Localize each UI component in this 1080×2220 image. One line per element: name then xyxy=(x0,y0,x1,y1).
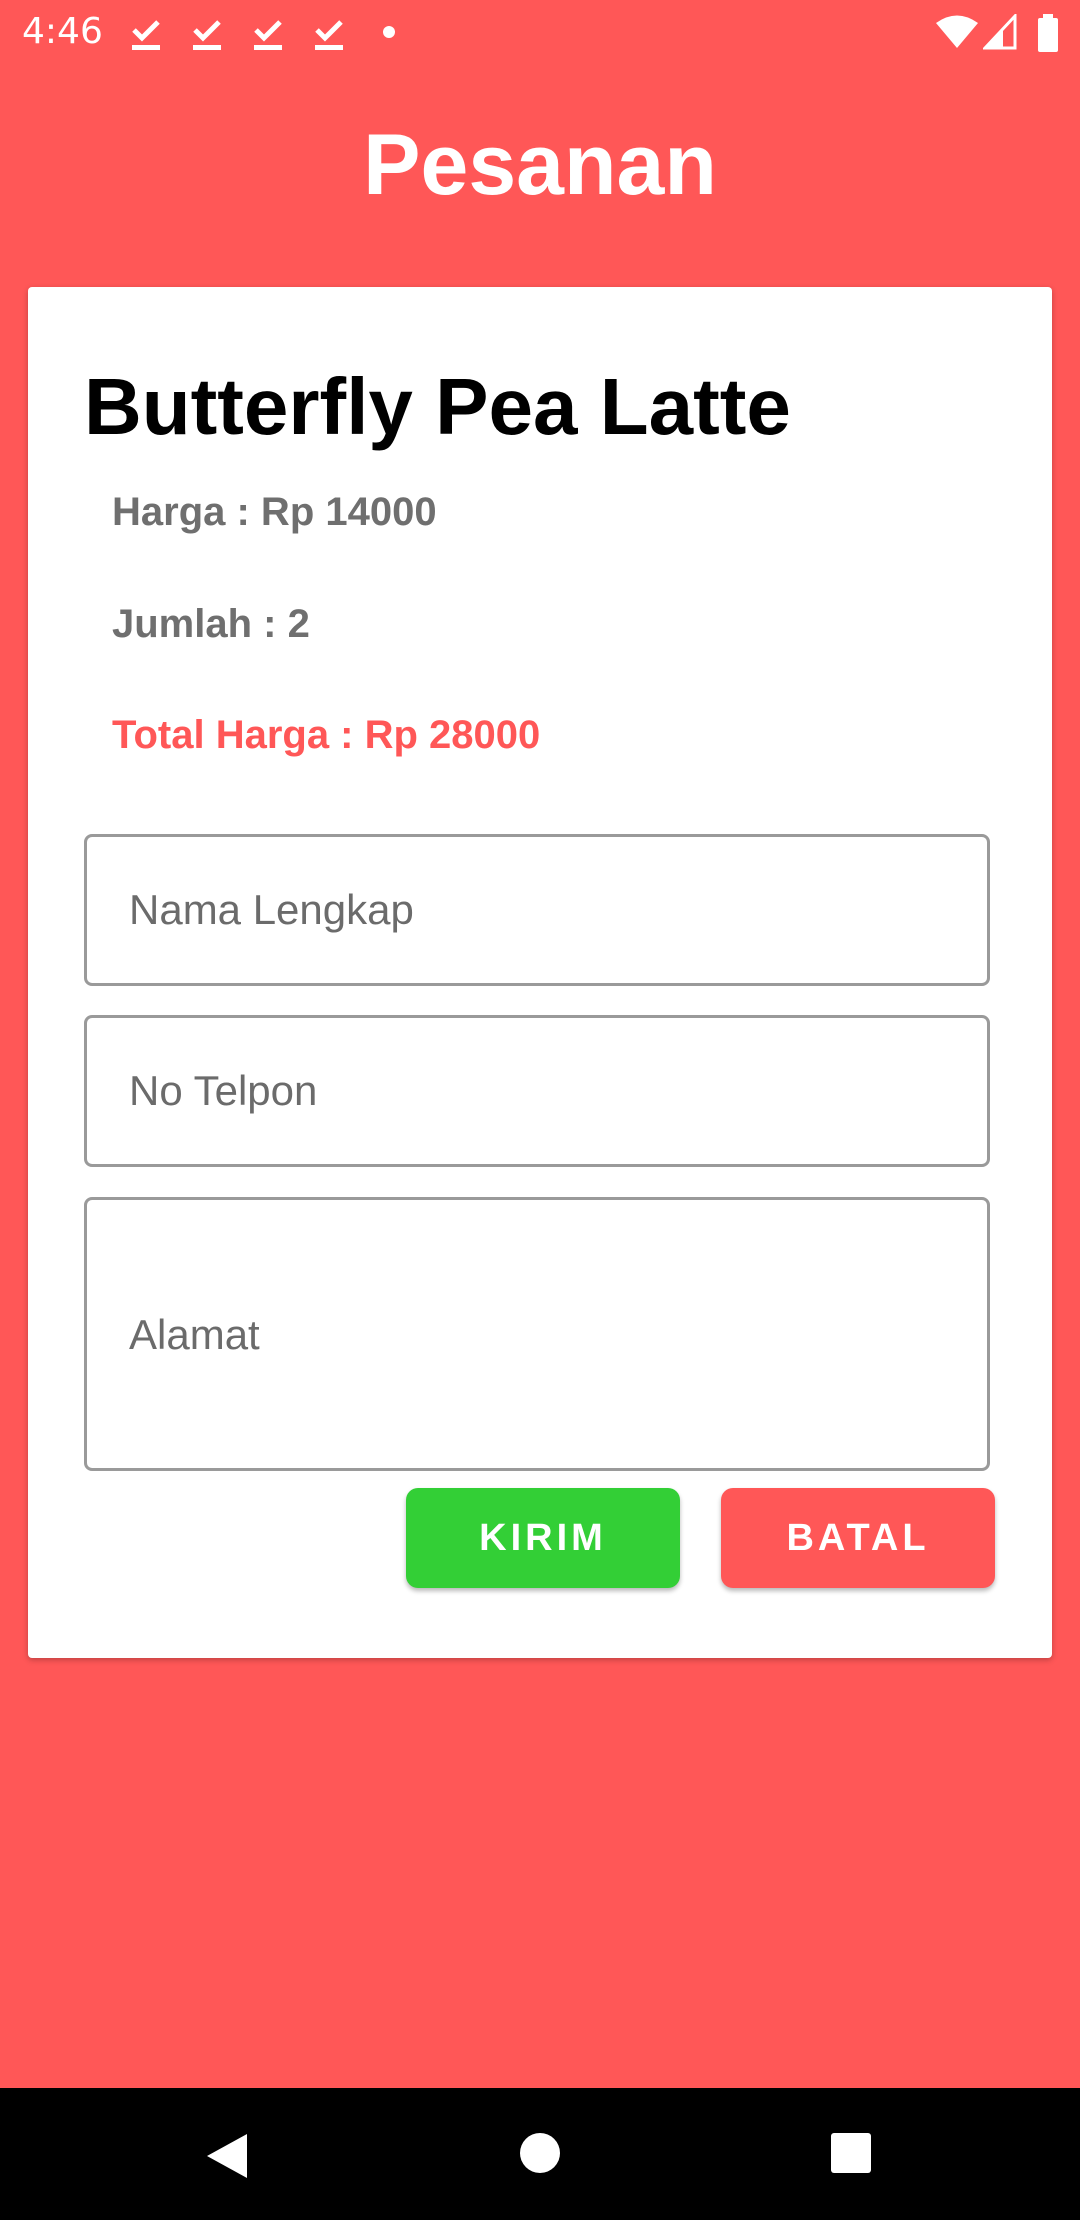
cancel-button[interactable]: BATAL xyxy=(721,1488,995,1588)
phone-input[interactable] xyxy=(87,1018,987,1164)
download-done-icon xyxy=(254,20,282,50)
wifi-icon xyxy=(936,15,978,48)
download-done-icon xyxy=(193,20,221,50)
name-field xyxy=(84,834,990,986)
phone-field xyxy=(84,1015,990,1167)
quantity-label: Jumlah : 2 xyxy=(112,602,310,646)
signal-icon xyxy=(983,14,1017,50)
total-price-label: Total Harga : Rp 28000 xyxy=(112,713,541,757)
send-button[interactable]: KIRIM xyxy=(406,1488,680,1588)
download-done-icon xyxy=(315,20,343,50)
status-time: 4:46 xyxy=(22,11,103,52)
product-name: Butterfly Pea Latte xyxy=(84,362,791,451)
name-input[interactable] xyxy=(87,837,987,983)
order-card: Butterfly Pea Latte Harga : Rp 14000 Jum… xyxy=(28,287,1052,1658)
status-bar: 4:46 xyxy=(0,0,1080,66)
battery-icon xyxy=(1038,14,1058,52)
page-title: Pesanan xyxy=(363,117,717,213)
recents-icon[interactable] xyxy=(830,2132,872,2174)
home-icon[interactable] xyxy=(519,2132,561,2174)
more-notifications-dot xyxy=(383,26,395,38)
download-done-icon xyxy=(132,20,160,50)
address-input[interactable] xyxy=(87,1200,987,1468)
price-label: Harga : Rp 14000 xyxy=(112,490,437,534)
navigation-bar xyxy=(0,2088,1080,2220)
back-icon[interactable] xyxy=(205,2132,249,2180)
address-field xyxy=(84,1197,990,1471)
